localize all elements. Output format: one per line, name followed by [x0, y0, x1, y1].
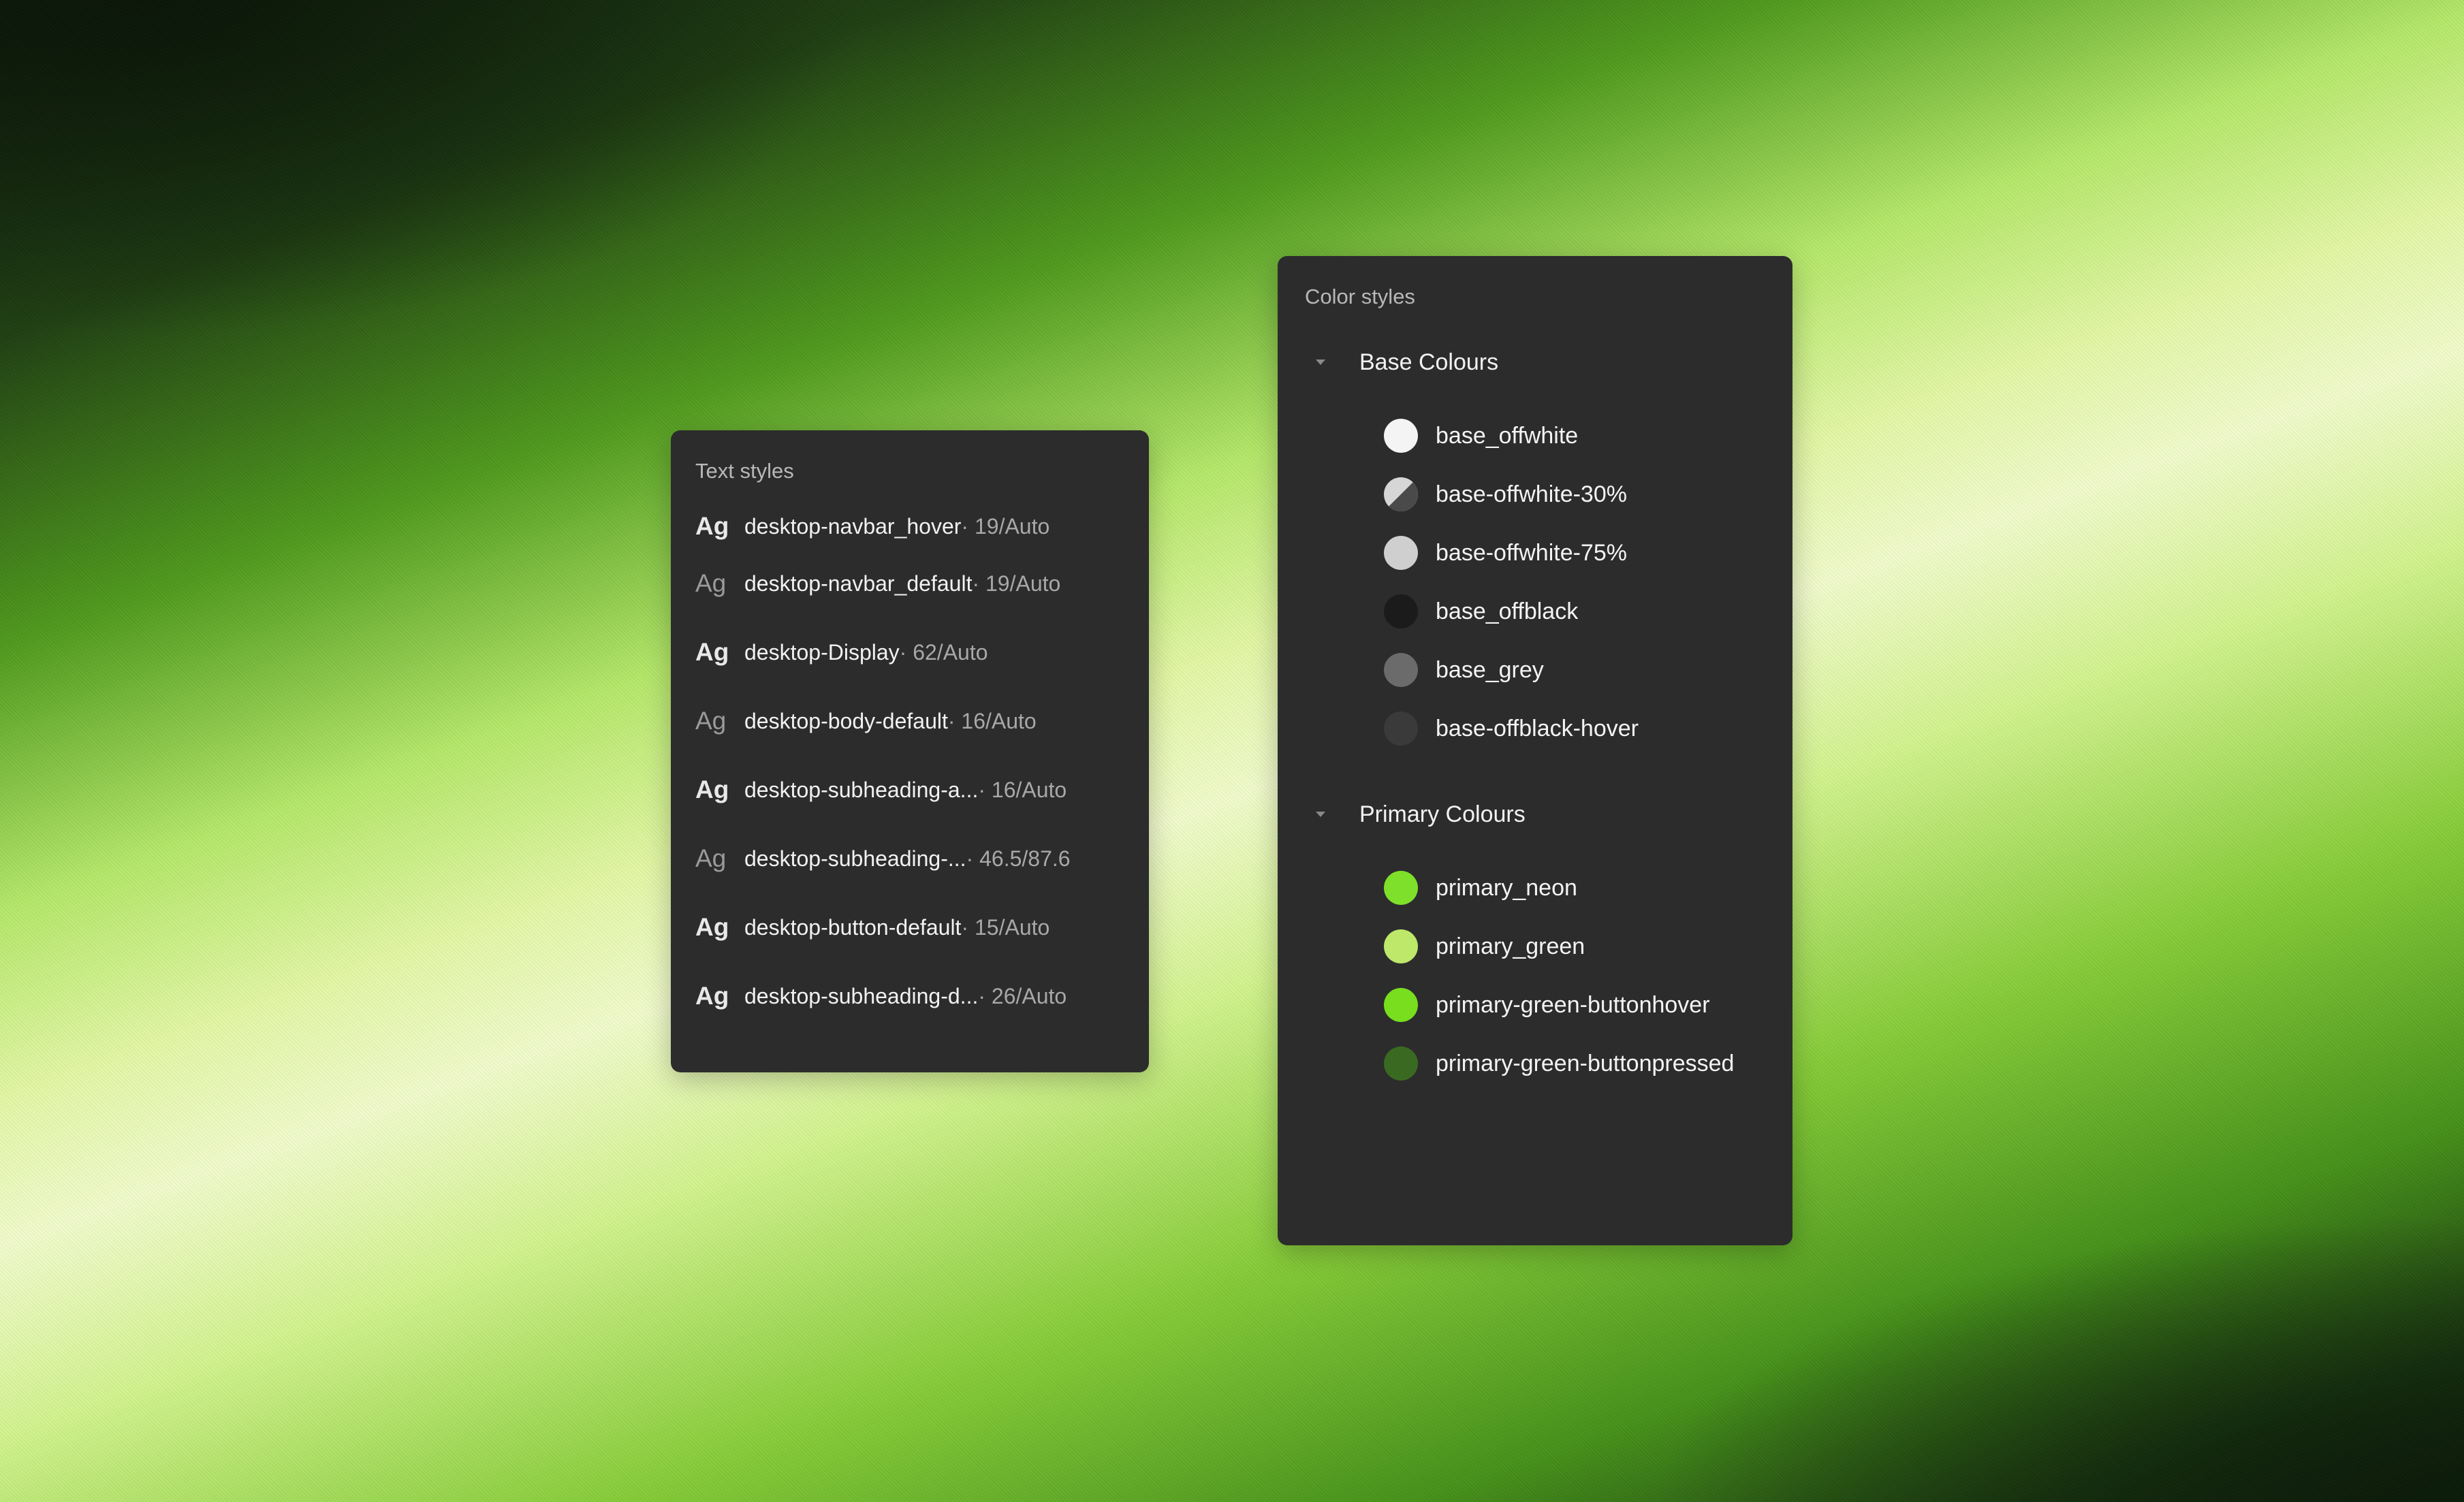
color-swatch: [1384, 1046, 1418, 1081]
color-list: base_offwhite base-offwhite-30% base-offwh…: [1305, 399, 1765, 765]
color-swatch: [1384, 536, 1418, 570]
color-group-header[interactable]: Base Colours: [1305, 340, 1765, 384]
text-style-size: · 62/Auto: [899, 639, 988, 665]
text-style-size: · 16/Auto: [947, 708, 1037, 733]
color-group-label: Primary Colours: [1359, 801, 1526, 827]
text-style-item[interactable]: Ag desktop-Display · 62/Auto: [695, 618, 1124, 686]
color-style-item[interactable]: base-offblack-hover: [1305, 692, 1765, 765]
color-style-name: primary-green-buttonhover: [1436, 992, 1710, 1018]
text-style-name: desktop-body-default: [744, 708, 948, 733]
color-swatch: [1384, 477, 1418, 511]
color-swatch: [1384, 419, 1418, 453]
color-styles-title: Color styles: [1305, 285, 1415, 308]
color-style-name: primary_neon: [1436, 875, 1577, 901]
color-style-groups: Base Colours base_offwhite base-offwhite-3…: [1305, 340, 1765, 1100]
text-style-item[interactable]: Ag desktop-subheading-... · 46.5/87.6: [695, 824, 1124, 893]
text-style-size: · 19/Auto: [961, 514, 1050, 539]
text-style-item[interactable]: Ag desktop-subheading-d... · 26/Auto: [695, 961, 1124, 1030]
color-styles-panel: Color styles Base Colours base_offwhite ba…: [1278, 256, 1792, 1245]
text-style-name: desktop-subheading-a...: [744, 777, 979, 802]
text-style-preview-icon: Ag: [695, 844, 727, 872]
text-style-preview-icon: Ag: [695, 512, 729, 540]
text-style-item[interactable]: Ag desktop-subheading-a... · 16/Auto: [695, 755, 1124, 824]
color-swatch: [1384, 594, 1418, 628]
text-styles-panel: Text styles Ag desktop-navbar_hover · 19/…: [671, 430, 1149, 1072]
color-style-name: base-offwhite-30%: [1436, 481, 1627, 507]
color-group: Base Colours base_offwhite base-offwhite-3…: [1305, 340, 1765, 765]
color-swatch: [1384, 712, 1418, 746]
text-style-preview-icon: Ag: [695, 569, 727, 597]
text-style-name: desktop-navbar_hover: [744, 514, 962, 539]
text-style-preview-icon: Ag: [695, 706, 727, 735]
color-swatch: [1384, 988, 1418, 1022]
color-style-name: base_offwhite: [1436, 423, 1579, 449]
text-style-item[interactable]: Ag desktop-navbar_default · 19/Auto: [695, 549, 1124, 618]
text-style-item[interactable]: Ag desktop-button-default · 15/Auto: [695, 893, 1124, 961]
color-list: primary_neon primary_green primary-green-b…: [1305, 851, 1765, 1100]
color-style-name: base-offblack-hover: [1436, 716, 1639, 741]
text-style-name: desktop-subheading-d...: [744, 983, 979, 1008]
color-group-header[interactable]: Primary Colours: [1305, 793, 1765, 836]
text-style-name: desktop-Display: [744, 639, 900, 665]
text-style-name: desktop-navbar_default: [744, 571, 973, 596]
color-style-item[interactable]: primary-green-buttonpressed: [1305, 1027, 1765, 1100]
collapse-caret-icon[interactable]: [1314, 356, 1327, 368]
text-style-size: · 19/Auto: [972, 571, 1061, 596]
text-style-preview-icon: Ag: [695, 637, 729, 666]
text-styles-title: Text styles: [695, 459, 794, 483]
color-group-label: Base Colours: [1359, 349, 1499, 375]
background-grain: [0, 0, 2464, 1502]
color-swatch: [1384, 871, 1418, 905]
text-style-size: · 26/Auto: [978, 983, 1067, 1008]
text-style-size: · 16/Auto: [978, 777, 1067, 802]
text-style-name: desktop-button-default: [744, 914, 962, 940]
color-style-name: primary-green-buttonpressed: [1436, 1051, 1735, 1076]
collapse-caret-icon[interactable]: [1314, 808, 1327, 820]
color-style-name: base_offblack: [1436, 598, 1579, 624]
text-style-name: desktop-subheading-...: [744, 846, 966, 871]
color-style-name: base_grey: [1436, 657, 1544, 683]
color-group: Primary Colours primary_neon primary_green…: [1305, 793, 1765, 1100]
color-style-name: base-offwhite-75%: [1436, 540, 1627, 566]
text-style-item[interactable]: Ag desktop-navbar_hover · 19/Auto: [695, 504, 1124, 549]
text-style-size: · 15/Auto: [961, 914, 1050, 940]
color-swatch: [1384, 653, 1418, 687]
text-style-item[interactable]: Ag desktop-body-default · 16/Auto: [695, 686, 1124, 755]
color-style-name: primary_green: [1436, 933, 1585, 959]
text-style-preview-icon: Ag: [695, 912, 729, 941]
text-style-size: · 46.5/87.6: [966, 846, 1071, 871]
text-styles-list: Ag desktop-navbar_hover · 19/Auto Ag deskto…: [695, 504, 1124, 1030]
text-style-preview-icon: Ag: [695, 981, 729, 1010]
text-style-preview-icon: Ag: [695, 775, 729, 803]
color-swatch: [1384, 929, 1418, 963]
